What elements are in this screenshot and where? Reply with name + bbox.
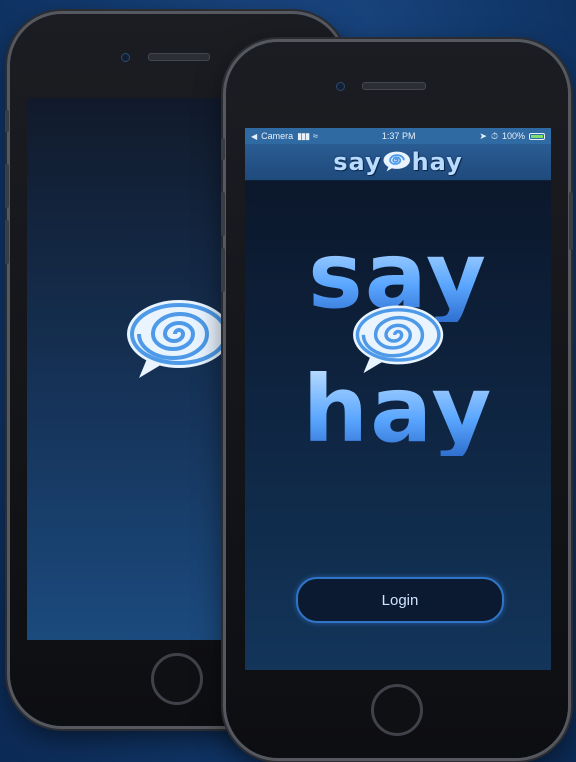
silent-switch bbox=[221, 138, 225, 160]
home-button[interactable] bbox=[371, 684, 423, 736]
front-phone-screen: ◀ Camera ▮▮▮ ≈ 1:37 PM ➤ ⏱ 100% say hay … bbox=[245, 128, 551, 670]
back-app-label[interactable]: Camera bbox=[261, 131, 293, 141]
nav-logo: say hay bbox=[333, 148, 463, 176]
spiral-speech-bubble-icon bbox=[127, 300, 231, 378]
front-camera bbox=[336, 82, 345, 91]
status-time: 1:37 PM bbox=[381, 131, 416, 141]
front-phone: ◀ Camera ▮▮▮ ≈ 1:37 PM ➤ ⏱ 100% say hay … bbox=[221, 42, 573, 758]
login-button[interactable]: Login bbox=[296, 577, 504, 623]
nav-bar: say hay bbox=[245, 144, 551, 181]
location-icon: ➤ bbox=[479, 130, 487, 141]
earpiece-speaker bbox=[148, 53, 210, 61]
logo-word-hay: hay bbox=[245, 364, 551, 456]
signal-icon: ▮▮▮ bbox=[297, 130, 310, 141]
earpiece-speaker bbox=[362, 82, 426, 90]
nav-title-say: say bbox=[333, 148, 382, 176]
home-button[interactable] bbox=[151, 653, 203, 705]
volume-up-button bbox=[5, 164, 9, 208]
nav-title-hay: hay bbox=[411, 148, 463, 176]
wifi-icon: ≈ bbox=[313, 131, 318, 141]
power-button bbox=[569, 192, 573, 250]
front-camera bbox=[121, 53, 130, 62]
spiral-speech-bubble-icon bbox=[383, 151, 410, 172]
volume-down-button bbox=[5, 220, 9, 264]
volume-down-button bbox=[221, 248, 225, 292]
status-bar: ◀ Camera ▮▮▮ ≈ 1:37 PM ➤ ⏱ 100% bbox=[245, 128, 551, 144]
back-to-app-icon[interactable]: ◀ bbox=[251, 132, 257, 141]
volume-up-button bbox=[221, 192, 225, 236]
alarm-icon: ⏱ bbox=[490, 130, 498, 141]
battery-percent: 100% bbox=[501, 131, 525, 141]
battery-icon bbox=[529, 132, 545, 140]
silent-switch bbox=[5, 110, 9, 132]
